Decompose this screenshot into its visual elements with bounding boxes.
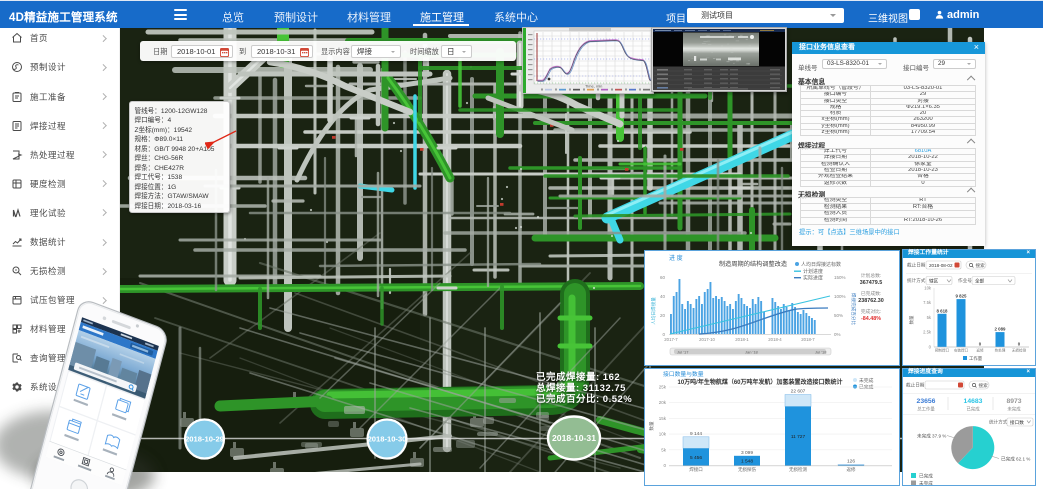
- svg-text:无损探伤: 无损探伤: [738, 466, 756, 473]
- svg-text:进 度: 进 度: [669, 254, 683, 262]
- svg-text:8973: 8973: [1006, 398, 1021, 405]
- svg-text:未完成 37.9 %: 未完成 37.9 %: [917, 432, 946, 439]
- svg-text:0: 0: [1018, 341, 1021, 346]
- svg-text:2018-7: 2018-7: [801, 337, 815, 342]
- svg-text:返修: 返修: [976, 347, 984, 352]
- svg-text:150%: 150%: [834, 275, 846, 280]
- svg-text:14683: 14683: [964, 398, 983, 405]
- svg-text:人均日焊接量: 人均日焊接量: [650, 297, 657, 325]
- svg-text:统计方式: 统计方式: [989, 418, 1008, 425]
- svg-text:2017-7: 2017-7: [664, 337, 678, 342]
- svg-text:热处理: 热处理: [995, 347, 1006, 352]
- svg-text:Jul '18: Jul '18: [815, 350, 827, 355]
- svg-text:10k: 10k: [924, 285, 932, 290]
- svg-text:已完成: 已完成: [919, 472, 933, 479]
- svg-text:搜索: 搜索: [979, 382, 989, 389]
- svg-text:5k: 5k: [927, 314, 932, 319]
- svg-text:15k: 15k: [659, 416, 667, 421]
- svg-text:40: 40: [660, 294, 666, 299]
- svg-text:2.5k: 2.5k: [923, 329, 932, 334]
- svg-text:0%: 0%: [834, 332, 841, 337]
- svg-text:接口数量与数量: 接口数量与数量: [663, 370, 704, 378]
- svg-text:人均日焊接达标数: 人均日焊接达标数: [801, 261, 841, 268]
- svg-text:接口数: 接口数: [1010, 418, 1024, 425]
- svg-text:11 727: 11 727: [791, 434, 806, 440]
- svg-text:2018-4: 2018-4: [768, 337, 782, 342]
- svg-text:辖区: 辖区: [929, 277, 939, 284]
- svg-text:5 456: 5 456: [690, 455, 702, 461]
- svg-text:Jan '18: Jan '18: [745, 350, 759, 355]
- svg-text:22 607: 22 607: [791, 389, 806, 395]
- svg-text:未完成: 未完成: [919, 480, 933, 485]
- svg-text:总工作量: 总工作量: [917, 405, 935, 412]
- svg-text:返修: 返修: [847, 466, 856, 473]
- svg-text:1 548: 1 548: [741, 459, 753, 465]
- svg-text:23656: 23656: [917, 398, 936, 405]
- svg-text:无损检测: 无损检测: [1012, 347, 1027, 352]
- svg-text:0: 0: [979, 341, 982, 346]
- svg-text:已完成 62.1 %: 已完成 62.1 %: [1001, 455, 1030, 462]
- svg-text:0: 0: [929, 344, 932, 349]
- svg-text:未完成: 未完成: [1007, 405, 1021, 412]
- svg-text:20: 20: [660, 313, 666, 318]
- svg-text:100%: 100%: [834, 294, 846, 299]
- svg-text:50%: 50%: [834, 313, 843, 318]
- svg-text:已完成数:: 已完成数:: [861, 290, 882, 297]
- svg-text:焊接完成百分比: 焊接完成百分比: [850, 293, 857, 326]
- svg-text:作业号: 作业号: [958, 277, 972, 284]
- svg-text:60: 60: [660, 275, 666, 280]
- svg-text:367479.5: 367479.5: [860, 280, 882, 286]
- svg-text:截止日期: 截止日期: [907, 261, 926, 268]
- svg-text:统计方式: 统计方式: [907, 277, 926, 284]
- svg-text:制造周期的结构调整改造: 制造周期的结构调整改造: [719, 260, 787, 268]
- svg-text:无损检测: 无损检测: [789, 466, 807, 473]
- svg-text:未完成: 未完成: [859, 377, 874, 384]
- svg-text:2018-08-02: 2018-08-02: [929, 262, 953, 267]
- svg-text:25k: 25k: [659, 385, 667, 390]
- svg-text:2018-1: 2018-1: [735, 337, 749, 342]
- svg-text:预制焊口: 预制焊口: [935, 347, 950, 352]
- svg-text:2018-10-30: 2018-10-30: [368, 435, 407, 444]
- svg-text:Jul '17: Jul '17: [677, 350, 689, 355]
- svg-text:工作量: 工作量: [969, 354, 983, 361]
- svg-text:20k: 20k: [659, 400, 667, 405]
- svg-text:7.5k: 7.5k: [923, 300, 932, 305]
- svg-text:5k: 5k: [661, 447, 667, 452]
- svg-text:238762.30: 238762.30: [858, 298, 883, 304]
- svg-text:计划进度: 计划进度: [803, 268, 823, 275]
- svg-text:126: 126: [847, 459, 855, 465]
- svg-text:数量: 数量: [648, 421, 655, 431]
- svg-text:数量: 数量: [908, 315, 915, 324]
- svg-text:10万吨/年生物航煤（60万吨年发航）加氢装置改造接口数统计: 10万吨/年生物航煤（60万吨年发航）加氢装置改造接口数统计: [677, 378, 842, 386]
- svg-text:搜索: 搜索: [976, 262, 986, 269]
- svg-text:9 144: 9 144: [690, 431, 702, 437]
- svg-text:实际进度: 实际进度: [803, 275, 823, 282]
- svg-text:0: 0: [663, 463, 666, 468]
- svg-text:2 089: 2 089: [995, 326, 1007, 331]
- svg-text:2018-10-31: 2018-10-31: [552, 433, 596, 443]
- svg-text:Time, min: Time, min: [585, 84, 602, 89]
- svg-text:-84.48%: -84.48%: [861, 316, 881, 322]
- svg-text:完成对比:: 完成对比:: [861, 308, 882, 315]
- svg-text:3 099: 3 099: [741, 450, 753, 456]
- svg-text:10k: 10k: [659, 432, 667, 437]
- svg-text:已完成: 已完成: [966, 405, 980, 412]
- svg-text:计划总数:: 计划总数:: [861, 272, 882, 279]
- svg-text:焊接口: 焊接口: [689, 466, 703, 473]
- svg-text:9 825: 9 825: [956, 293, 968, 298]
- svg-text:2017-10: 2017-10: [699, 337, 715, 342]
- svg-text:截止日期: 截止日期: [906, 381, 925, 388]
- svg-text:全部: 全部: [975, 277, 985, 284]
- svg-text:安装焊口: 安装焊口: [954, 347, 969, 352]
- svg-text:8 618: 8 618: [937, 308, 949, 313]
